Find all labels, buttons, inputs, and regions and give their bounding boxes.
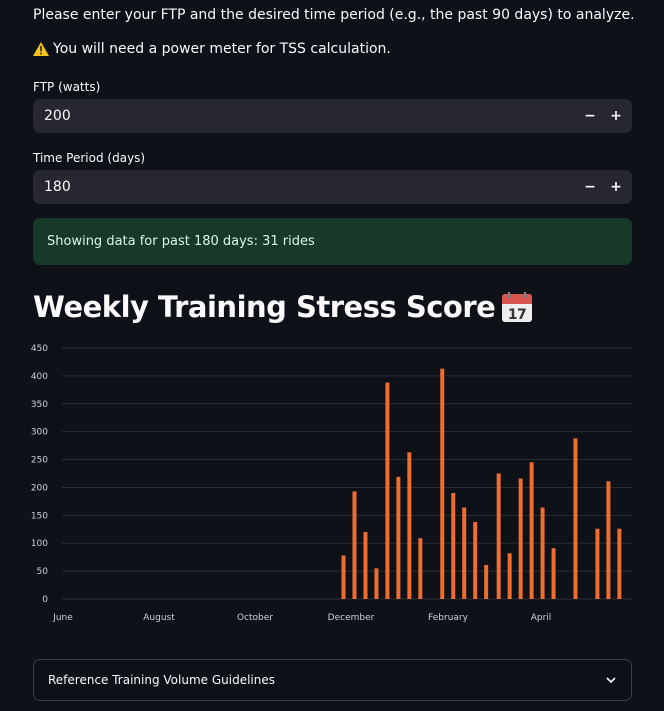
tss-bar[interactable] bbox=[374, 568, 379, 599]
tss-bar[interactable] bbox=[529, 462, 534, 599]
y-tick-label: 300 bbox=[31, 428, 48, 438]
page-title-text: Weekly Training Stress Score bbox=[33, 290, 496, 324]
warning-icon bbox=[33, 42, 49, 56]
ftp-decrement-button[interactable]: − bbox=[577, 99, 603, 133]
ftp-increment-button[interactable]: + bbox=[603, 99, 629, 133]
period-input[interactable]: 180 − + bbox=[33, 170, 632, 204]
tss-bar[interactable] bbox=[451, 493, 456, 599]
y-tick-label: 100 bbox=[31, 539, 48, 549]
tss-bar[interactable] bbox=[484, 564, 489, 599]
tss-bar[interactable] bbox=[396, 476, 401, 599]
tss-bar[interactable] bbox=[518, 478, 523, 599]
tss-bar[interactable] bbox=[496, 473, 501, 600]
tss-bar[interactable] bbox=[341, 555, 346, 599]
y-tick-label: 400 bbox=[31, 372, 48, 382]
x-tick-label: April bbox=[531, 613, 552, 623]
expander-label: Reference Training Volume Guidelines bbox=[48, 673, 275, 687]
ftp-value[interactable]: 200 bbox=[44, 108, 577, 124]
y-tick-label: 150 bbox=[31, 511, 48, 521]
y-tick-label: 450 bbox=[31, 344, 48, 354]
warning-message: You will need a power meter for TSS calc… bbox=[33, 41, 391, 57]
tss-bar[interactable] bbox=[606, 481, 611, 599]
ftp-label: FTP (watts) bbox=[33, 80, 101, 94]
tss-bar[interactable] bbox=[418, 538, 423, 599]
y-tick-label: 0 bbox=[42, 595, 48, 605]
warning-text: You will need a power meter for TSS calc… bbox=[53, 41, 391, 57]
tss-bar-chart: 0 50 100 150 200 250 300 350 400 450 June August Oct… bbox=[31, 344, 632, 623]
x-tick-label: February bbox=[428, 613, 469, 623]
period-increment-button[interactable]: + bbox=[603, 170, 629, 204]
tss-bar[interactable] bbox=[551, 548, 556, 599]
tss-bar[interactable] bbox=[363, 532, 368, 599]
svg-text:17: 17 bbox=[508, 307, 526, 323]
tss-bar[interactable] bbox=[507, 553, 512, 599]
y-tick-label: 250 bbox=[31, 456, 48, 466]
y-tick-label: 50 bbox=[37, 567, 49, 577]
tss-bar[interactable] bbox=[617, 528, 622, 599]
tss-bar[interactable] bbox=[595, 528, 600, 599]
y-tick-label: 350 bbox=[31, 400, 48, 410]
tss-bar[interactable] bbox=[540, 507, 545, 599]
tss-bar[interactable] bbox=[440, 368, 445, 599]
status-alert: Showing data for past 180 days: 31 rides bbox=[33, 218, 632, 265]
intro-text: Please enter your FTP and the desired ti… bbox=[33, 7, 635, 23]
period-value[interactable]: 180 bbox=[44, 179, 577, 195]
status-text: Showing data for past 180 days: 31 rides bbox=[47, 234, 315, 249]
tss-bar[interactable] bbox=[573, 438, 578, 599]
tss-bar[interactable] bbox=[407, 452, 412, 599]
period-decrement-button[interactable]: − bbox=[577, 170, 603, 204]
tss-bar[interactable] bbox=[385, 382, 390, 599]
page-title: Weekly Training Stress Score 17 bbox=[33, 290, 533, 324]
tss-bar[interactable] bbox=[473, 522, 478, 599]
chevron-down-icon bbox=[606, 677, 616, 684]
ftp-input[interactable]: 200 − + bbox=[33, 99, 632, 133]
x-tick-label: December bbox=[328, 613, 375, 623]
y-tick-label: 200 bbox=[31, 483, 48, 493]
x-tick-label: June bbox=[52, 613, 73, 623]
tss-bar[interactable] bbox=[462, 507, 467, 599]
x-tick-label: August bbox=[143, 613, 175, 623]
period-label: Time Period (days) bbox=[33, 151, 146, 165]
tss-bar[interactable] bbox=[352, 491, 357, 599]
x-tick-label: October bbox=[237, 613, 273, 623]
reference-guidelines-expander[interactable]: Reference Training Volume Guidelines bbox=[33, 659, 632, 701]
calendar-icon: 17 bbox=[502, 292, 533, 323]
